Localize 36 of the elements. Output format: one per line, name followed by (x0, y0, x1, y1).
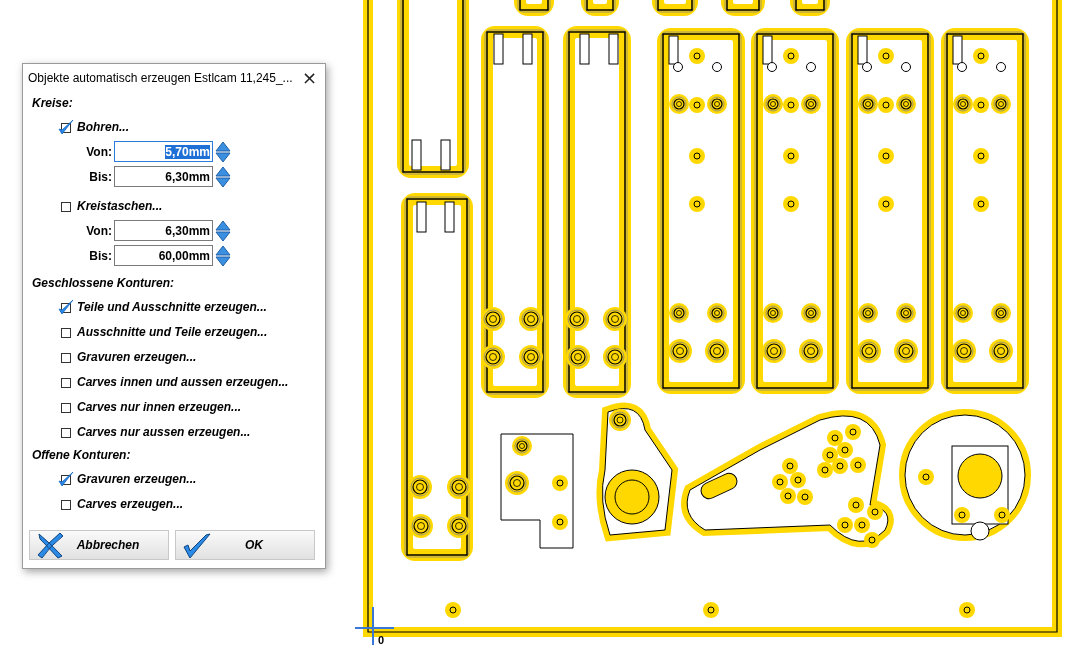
checkbox-label: Carves innen und aussen erzeugen... (77, 374, 289, 389)
checkbox[interactable] (58, 470, 74, 487)
number-field[interactable]: 5,70mm (114, 141, 213, 162)
cancel-button[interactable]: Abbrechen (29, 530, 169, 560)
ok-button[interactable]: OK (175, 530, 315, 560)
section-heading: Geschlossene Konturen: (32, 275, 176, 292)
checkbox-label: Carves erzeugen... (77, 496, 184, 511)
field-label: Bis: (88, 248, 113, 263)
checkmark-icon (182, 531, 212, 559)
number-field[interactable]: 6,30mm (114, 166, 213, 187)
checkbox-label: Teile und Ausschnitte erzeugen... (77, 299, 267, 314)
spinner-icon[interactable] (215, 140, 231, 163)
section-heading: Kreise: (32, 95, 74, 112)
field-label: Bis: (88, 169, 113, 184)
field-label: Von: (85, 144, 113, 159)
checkbox-label: Kreistaschen... (77, 198, 163, 213)
checkbox[interactable] (58, 118, 74, 135)
checkbox-label: Carves nur aussen erzeugen... (77, 424, 251, 439)
field-label: Von: (85, 223, 113, 238)
checkbox-label: Gravuren erzeugen... (77, 349, 197, 364)
origin-label: 0 (378, 634, 385, 645)
window-title: Objekte automatisch erzeugen Estlcam 11,245_... (28, 71, 293, 85)
number-field[interactable]: 6,30mm (114, 220, 213, 241)
close-button[interactable]: × (293, 69, 325, 87)
checkbox-label: Carves nur innen erzeugen... (77, 399, 242, 414)
checkbox-label: Ausschnitte und Teile erzeugen... (77, 324, 268, 339)
spinner-icon[interactable] (215, 165, 231, 188)
section-heading: Offene Konturen: (32, 447, 132, 464)
checkbox-label: Gravuren erzeugen... (77, 471, 197, 486)
spinner-icon[interactable] (215, 244, 231, 267)
number-field[interactable]: 60,00mm (114, 245, 213, 266)
spinner-icon[interactable] (215, 219, 231, 242)
checkbox[interactable] (58, 298, 74, 315)
origin-cross-icon (355, 606, 395, 645)
cross-icon (36, 531, 66, 559)
checkbox-label: Bohren... (77, 119, 129, 134)
